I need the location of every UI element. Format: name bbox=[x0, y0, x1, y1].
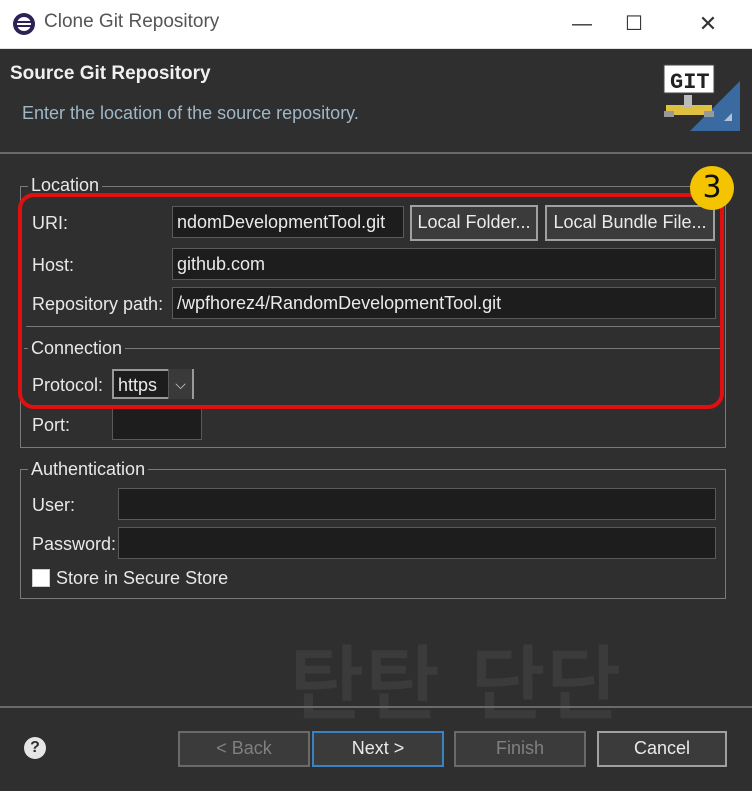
wizard-header: Source Git Repository Enter the location… bbox=[0, 49, 752, 152]
git-logo-text: GIT bbox=[670, 70, 710, 95]
page-description: Enter the location of the source reposit… bbox=[22, 103, 359, 123]
port-label: Port: bbox=[32, 415, 71, 435]
user-label: User: bbox=[32, 495, 76, 515]
back-button[interactable]: < Back bbox=[178, 731, 310, 767]
window-title: Clone Git Repository bbox=[44, 11, 220, 32]
authentication-legend: Authentication bbox=[28, 459, 149, 480]
maximize-icon[interactable]: ☐ bbox=[612, 6, 656, 42]
footer-separator bbox=[0, 706, 752, 708]
watermark-text: 탄탄 단단 bbox=[290, 638, 623, 731]
password-field[interactable] bbox=[118, 527, 716, 559]
git-logo-icon: GIT bbox=[663, 64, 740, 131]
eclipse-app-icon bbox=[13, 13, 35, 35]
minimize-icon[interactable]: — bbox=[560, 6, 604, 42]
header-separator bbox=[0, 152, 752, 154]
close-icon[interactable]: ✕ bbox=[686, 6, 730, 42]
cancel-button[interactable]: Cancel bbox=[597, 731, 727, 767]
next-button[interactable]: Next > bbox=[312, 731, 444, 767]
step-badge: 3 bbox=[690, 166, 734, 210]
store-in-secure-store-label[interactable]: Store in Secure Store bbox=[56, 568, 228, 589]
highlight-box bbox=[18, 193, 724, 409]
password-label: Password: bbox=[32, 534, 117, 554]
user-field[interactable] bbox=[118, 488, 716, 520]
port-field[interactable] bbox=[112, 408, 202, 440]
store-in-secure-store-checkbox[interactable] bbox=[32, 569, 50, 587]
finish-button[interactable]: Finish bbox=[454, 731, 586, 767]
page-title: Source Git Repository bbox=[10, 63, 211, 84]
window-titlebar: Clone Git Repository — ☐ ✕ bbox=[0, 0, 752, 49]
help-icon[interactable]: ? bbox=[24, 737, 46, 759]
